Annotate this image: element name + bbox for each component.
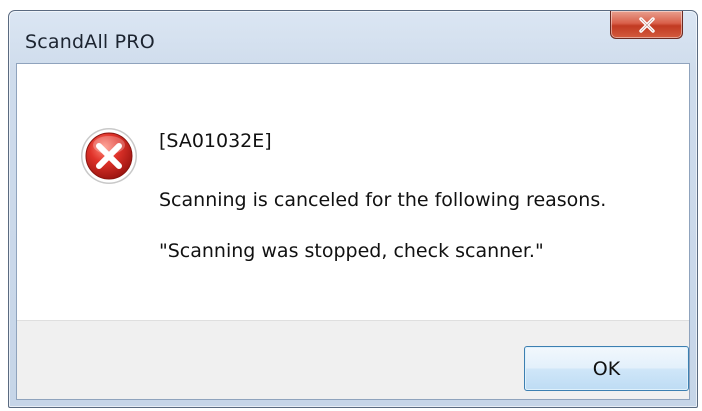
dialog-window: ScandAll PRO [SA01032E] Scanning is canc…: [8, 10, 698, 408]
message-area: [SA01032E] Scanning is canceled for the …: [17, 64, 689, 320]
close-icon: [639, 17, 655, 33]
close-button[interactable]: [610, 11, 683, 39]
error-code-text: [SA01032E]: [159, 130, 272, 152]
button-bar: OK: [17, 320, 689, 399]
error-icon: [81, 128, 137, 184]
ok-button[interactable]: OK: [524, 346, 689, 391]
window-title: ScandAll PRO: [25, 31, 155, 53]
error-reason-text: Scanning is canceled for the following r…: [159, 189, 607, 211]
dialog-client-area: [SA01032E] Scanning is canceled for the …: [16, 63, 690, 400]
error-detail-text: "Scanning was stopped, check scanner.": [159, 240, 544, 262]
